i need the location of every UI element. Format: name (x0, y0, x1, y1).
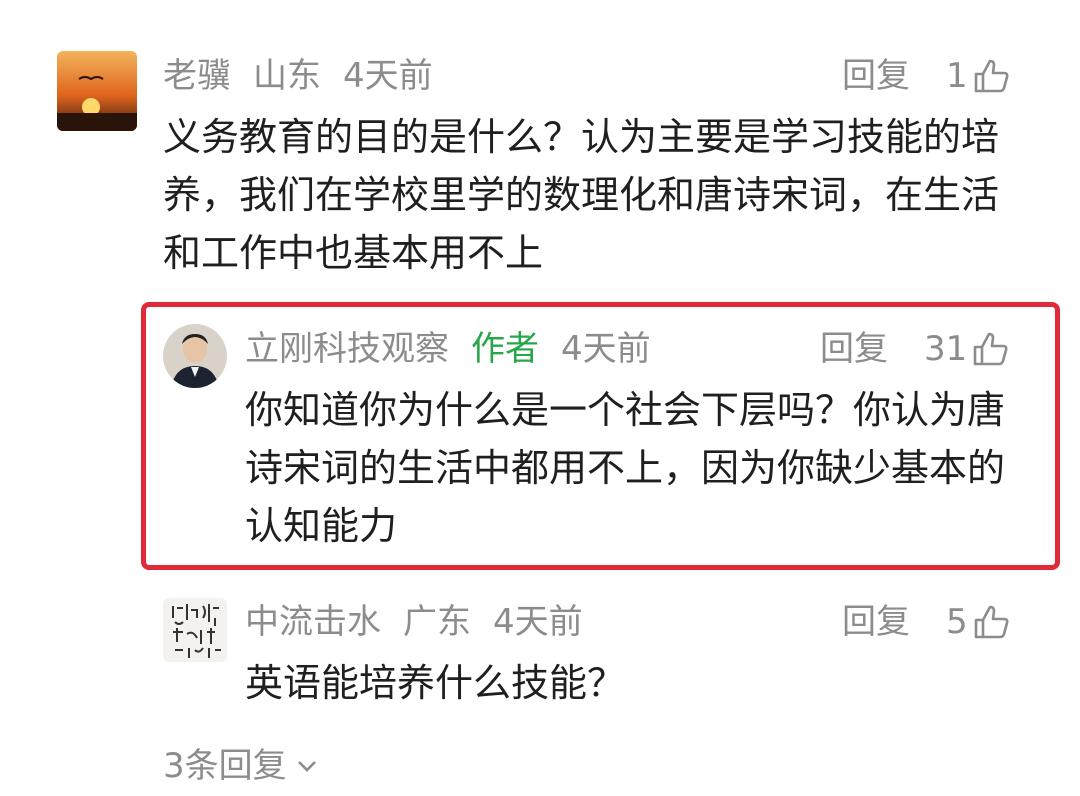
comment-meta: 老骥 山东 4天前 (163, 56, 455, 96)
location: 山东 (253, 56, 321, 96)
comment-text: 义务教育的目的是什么？认为主要是学习技能的培养，我们在学校里学的数理化和唐诗宋词… (163, 115, 1000, 275)
timestamp: 4天前 (493, 602, 583, 642)
timestamp: 4天前 (561, 329, 651, 369)
username[interactable]: 老骥 (163, 56, 231, 96)
avatar[interactable] (163, 598, 227, 662)
reply-actions: 回复 5 (842, 602, 1010, 642)
like-count: 5 (946, 602, 968, 642)
reply-button[interactable]: 回复 (820, 329, 888, 369)
reply-text: 英语能培养什么技能？ (245, 661, 626, 705)
comment-actions: 回复 1 (842, 56, 1010, 96)
reply-button[interactable]: 回复 (842, 56, 910, 96)
like-count: 1 (946, 56, 968, 96)
chevron-down-icon (297, 761, 316, 772)
thumbs-up-icon[interactable] (971, 330, 1009, 368)
location: 广东 (403, 602, 471, 642)
avatar[interactable] (163, 324, 227, 388)
thumbs-up-icon[interactable] (972, 57, 1010, 95)
more-replies-label: 3条回复 (163, 746, 287, 786)
avatar[interactable] (57, 51, 137, 131)
more-replies-link[interactable]: 3条回复 (163, 746, 319, 786)
reply-meta: 立刚科技观察 作者 4天前 (245, 329, 673, 369)
reply-button[interactable]: 回复 (842, 602, 910, 642)
reply-text: 你知道你为什么是一个社会下层吗？你认为唐诗宋词的生活中都用不上，因为你缺少基本的… (245, 388, 1006, 548)
like-count: 31 (924, 329, 968, 369)
author-badge: 作者 (471, 329, 539, 369)
timestamp: 4天前 (343, 56, 433, 96)
username[interactable]: 立刚科技观察 (245, 329, 449, 369)
thumbs-up-icon[interactable] (972, 603, 1010, 641)
reply-actions: 回复 31 (820, 329, 1009, 369)
username[interactable]: 中流击水 (245, 602, 381, 642)
reply-meta: 中流击水 广东 4天前 (245, 602, 605, 642)
